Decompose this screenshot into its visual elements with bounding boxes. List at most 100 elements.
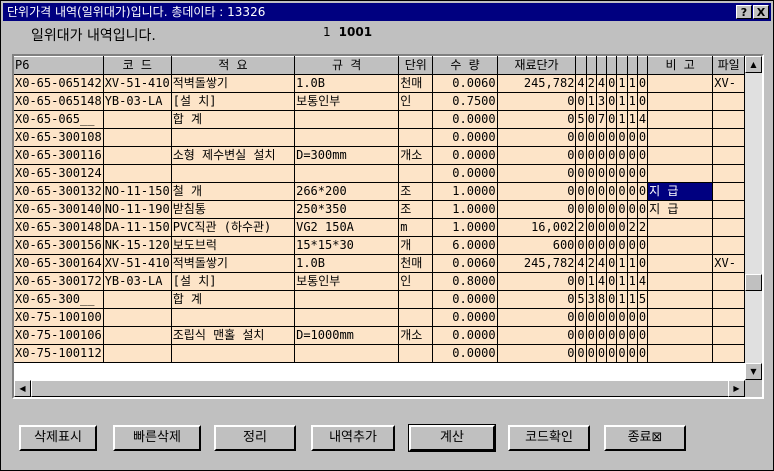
delete-display-button[interactable]: 삭제표시 [19, 425, 97, 451]
table-cell[interactable] [712, 128, 745, 147]
data-grid[interactable]: P6 코 드적 요규 격 단위 수 량 재료단가 비 고 파일 X0-65-065142 XV… [12, 54, 764, 399]
table-cell[interactable]: 0.0000 [432, 110, 498, 129]
table-cell[interactable]: 0.8000 [432, 272, 498, 291]
table-cell[interactable]: 1 [627, 74, 638, 93]
vertical-scrollbar[interactable]: ▲ ▼ [745, 56, 762, 380]
table-cell[interactable]: 0 [586, 182, 597, 201]
column-header[interactable] [596, 56, 608, 75]
table-cell[interactable]: 0 [627, 308, 638, 327]
scroll-left-icon[interactable]: ◀ [14, 380, 31, 397]
table-cell[interactable]: PVC직관 (하수관) [171, 218, 296, 237]
table-cell[interactable]: XV- [712, 254, 745, 273]
table-row[interactable]: X0-65-300132 NO-11-150 철 개 266*200 조 1.0000 0 0… [14, 182, 745, 201]
table-cell[interactable]: 0 [596, 344, 608, 363]
column-header[interactable]: 적 요 [171, 56, 296, 75]
scroll-right-icon[interactable]: ▶ [728, 380, 745, 397]
table-cell[interactable] [647, 92, 714, 111]
table-cell[interactable]: 보도브럭 [171, 236, 296, 255]
close-button[interactable]: X [753, 5, 769, 19]
table-cell[interactable] [712, 308, 745, 327]
table-cell[interactable] [712, 110, 745, 129]
table-cell[interactable]: 4 [596, 74, 608, 93]
table-cell[interactable]: 0 [596, 326, 608, 345]
table-cell[interactable]: X0-65-065__ [14, 110, 104, 129]
table-cell[interactable]: 16,002 [497, 218, 577, 237]
table-cell[interactable] [171, 128, 296, 147]
column-header[interactable]: P6 [14, 56, 104, 75]
table-cell[interactable]: 인 [398, 92, 434, 111]
table-cell[interactable]: m [398, 218, 434, 237]
table-cell[interactable]: XV- [712, 74, 745, 93]
table-cell[interactable]: 0 [637, 308, 649, 327]
table-cell[interactable]: 0 [606, 344, 618, 363]
table-cell[interactable]: 0.0000 [432, 290, 498, 309]
table-cell[interactable]: 4 [637, 110, 649, 129]
table-cell[interactable] [712, 218, 745, 237]
table-cell[interactable]: X0-65-300132 [14, 182, 104, 201]
table-cell[interactable]: 지 급 [647, 182, 714, 201]
table-cell[interactable]: 1 [627, 92, 638, 111]
table-cell[interactable]: 0 [586, 110, 597, 129]
table-cell[interactable]: 개소 [398, 146, 434, 165]
table-cell[interactable] [103, 110, 172, 129]
table-cell[interactable]: 0 [497, 164, 577, 183]
table-cell[interactable]: 3 [596, 92, 608, 111]
table-row[interactable]: X0-75-100106 조립식 맨홀 설치 D=1000mm 개소 0.0000 0 0 0… [14, 326, 745, 345]
table-cell[interactable]: 0 [497, 344, 577, 363]
table-cell[interactable]: 0 [575, 308, 587, 327]
column-header[interactable]: 파일 [712, 56, 745, 75]
table-cell[interactable]: 0 [616, 218, 628, 237]
table-cell[interactable]: 조 [398, 182, 434, 201]
table-cell[interactable] [647, 344, 714, 363]
table-cell[interactable]: 0 [596, 200, 608, 219]
table-cell[interactable]: 4 [596, 272, 608, 291]
table-cell[interactable] [712, 200, 745, 219]
table-cell[interactable]: 250*350 [294, 200, 400, 219]
table-cell[interactable]: 0 [575, 146, 587, 165]
table-row[interactable]: X0-65-300116 소형 제수변실 설치 D=300mm 개소 0.0000 0 0 0… [14, 146, 745, 165]
table-cell[interactable]: 0 [575, 164, 587, 183]
table-cell[interactable] [171, 164, 296, 183]
table-cell[interactable]: 0 [616, 182, 628, 201]
table-cell[interactable] [712, 236, 745, 255]
table-cell[interactable] [103, 326, 172, 345]
table-cell[interactable]: X0-65-300140 [14, 200, 104, 219]
table-cell[interactable]: 0.0000 [432, 326, 498, 345]
table-cell[interactable]: 600 [497, 236, 577, 255]
table-cell[interactable]: 0 [637, 92, 649, 111]
table-cell[interactable]: 소형 제수변실 설치 [171, 146, 296, 165]
table-cell[interactable]: X0-65-300108 [14, 128, 104, 147]
table-cell[interactable]: 조립식 맨홀 설치 [171, 326, 296, 345]
table-cell[interactable]: 5 [575, 110, 587, 129]
vertical-scroll-thumb[interactable] [745, 274, 762, 291]
quick-delete-button[interactable]: 빠른삭제 [113, 425, 201, 451]
table-cell[interactable] [398, 110, 434, 129]
table-cell[interactable]: 7 [596, 110, 608, 129]
table-cell[interactable]: 0 [497, 200, 577, 219]
table-cell[interactable] [712, 92, 745, 111]
table-cell[interactable]: X0-75-100112 [14, 344, 104, 363]
table-cell[interactable]: 1.0000 [432, 218, 498, 237]
table-row[interactable]: X0-65-300164 XV-51-410 적벽돌쌓기 1.0B 천매 0.0060 24… [14, 254, 745, 273]
table-cell[interactable]: 0 [586, 344, 597, 363]
table-cell[interactable] [647, 290, 714, 309]
table-cell[interactable]: X0-65-300148 [14, 218, 104, 237]
column-header[interactable]: 단위 [398, 56, 434, 75]
table-cell[interactable]: 4 [575, 254, 587, 273]
table-cell[interactable]: 0 [596, 218, 608, 237]
scroll-up-icon[interactable]: ▲ [745, 56, 762, 73]
table-cell[interactable]: 2 [575, 218, 587, 237]
table-cell[interactable]: 1 [616, 254, 628, 273]
table-cell[interactable] [103, 128, 172, 147]
table-cell[interactable]: 1.0000 [432, 182, 498, 201]
table-cell[interactable]: 천매 [398, 254, 434, 273]
table-cell[interactable]: 0 [606, 74, 618, 93]
table-cell[interactable]: X0-65-300116 [14, 146, 104, 165]
column-header[interactable] [627, 56, 638, 75]
table-cell[interactable] [398, 308, 434, 327]
table-cell[interactable]: NO-11-150 [103, 182, 172, 201]
table-cell[interactable]: XV-51-410 [103, 74, 172, 93]
table-cell[interactable]: 조 [398, 200, 434, 219]
table-cell[interactable] [398, 164, 434, 183]
table-cell[interactable]: 0 [637, 326, 649, 345]
